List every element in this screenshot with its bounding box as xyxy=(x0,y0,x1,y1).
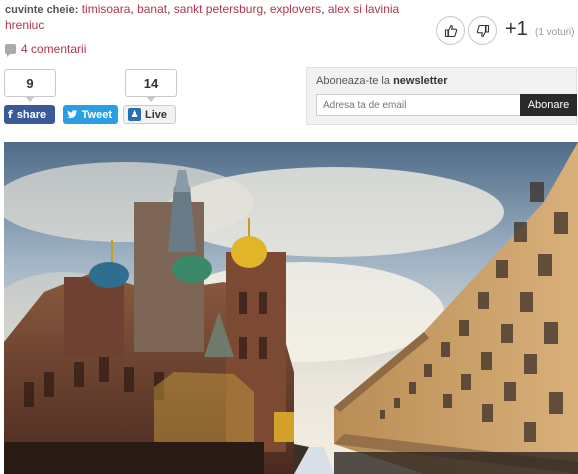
thumbs-down-icon xyxy=(476,24,489,37)
article-photo-image xyxy=(4,142,578,474)
tweet-button[interactable]: Tweet xyxy=(63,105,118,124)
article-photo xyxy=(4,142,578,474)
rating-score: +1 xyxy=(505,18,528,40)
comments-link[interactable]: 4 comentarii xyxy=(5,42,87,57)
newsletter-title-bold: newsletter xyxy=(393,75,448,87)
keyword-link[interactable]: timisoara xyxy=(82,2,131,16)
rating-votes: (1 voturi) xyxy=(535,27,575,38)
keyword-link[interactable]: sankt petersburg xyxy=(174,2,263,16)
user-icon: ♟ xyxy=(128,108,141,121)
live-share-count: 14 xyxy=(125,69,177,102)
twitter-bird-icon xyxy=(67,110,78,119)
keyword-link[interactable]: banat xyxy=(137,2,167,16)
thumbs-up-icon xyxy=(444,24,457,37)
comment-icon xyxy=(5,44,16,57)
facebook-share-count: 9 xyxy=(4,69,56,102)
like-button[interactable] xyxy=(436,16,465,45)
newsletter-email-input[interactable] xyxy=(316,94,528,116)
live-share-label: Live xyxy=(145,108,168,121)
facebook-share-label: share xyxy=(16,108,47,121)
newsletter-subscribe-button[interactable]: Abonare xyxy=(520,94,577,116)
facebook-share-button[interactable]: f share xyxy=(4,105,55,124)
tweet-label: Tweet xyxy=(81,108,112,121)
keywords-label: cuvinte cheie: xyxy=(5,4,79,16)
newsletter-title-prefix: Aboneaza-te la xyxy=(316,75,394,87)
dislike-button[interactable] xyxy=(468,16,497,45)
live-share-button[interactable]: ♟ Live xyxy=(123,105,176,124)
newsletter-box: Aboneaza-te la newsletter Abonare xyxy=(306,67,577,125)
facebook-icon: f xyxy=(8,108,13,121)
keyword-link[interactable]: explovers xyxy=(270,2,321,16)
comments-count: 4 comentarii xyxy=(21,42,87,56)
keywords-line: cuvinte cheie: timisoara, banat, sankt p… xyxy=(5,2,400,32)
newsletter-title: Aboneaza-te la newsletter xyxy=(316,75,447,87)
